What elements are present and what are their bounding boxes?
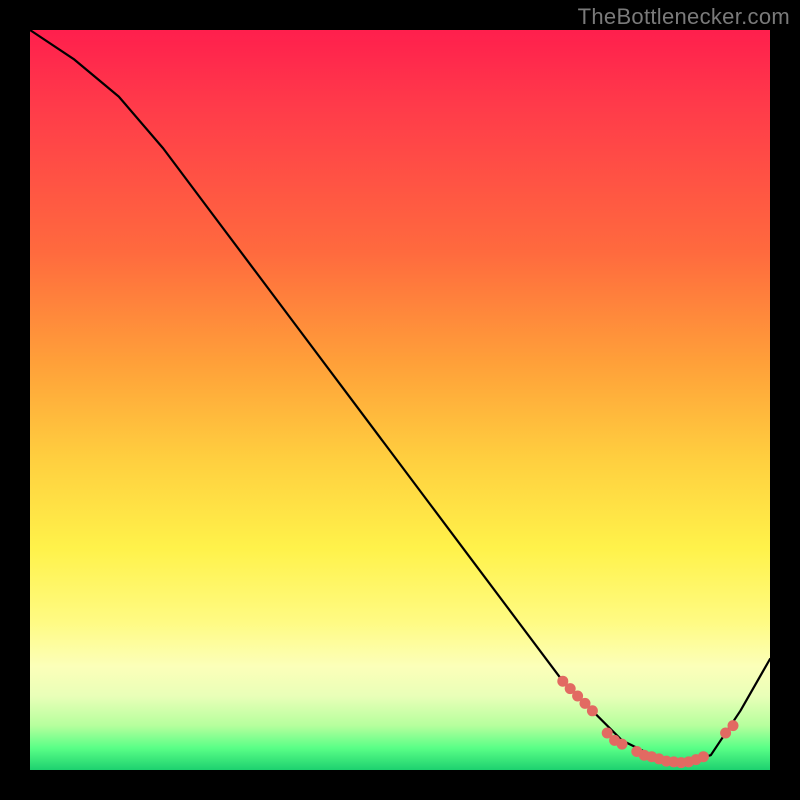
highlight-dot [587,705,598,716]
highlight-dot [698,751,709,762]
highlight-dot [617,739,628,750]
highlight-dot [728,720,739,731]
bottleneck-curve [30,30,770,763]
chart-svg [30,30,770,770]
chart-frame: TheBottlenecker.com [0,0,800,800]
chart-gradient-area [30,30,770,770]
watermark-text: TheBottlenecker.com [578,4,790,30]
